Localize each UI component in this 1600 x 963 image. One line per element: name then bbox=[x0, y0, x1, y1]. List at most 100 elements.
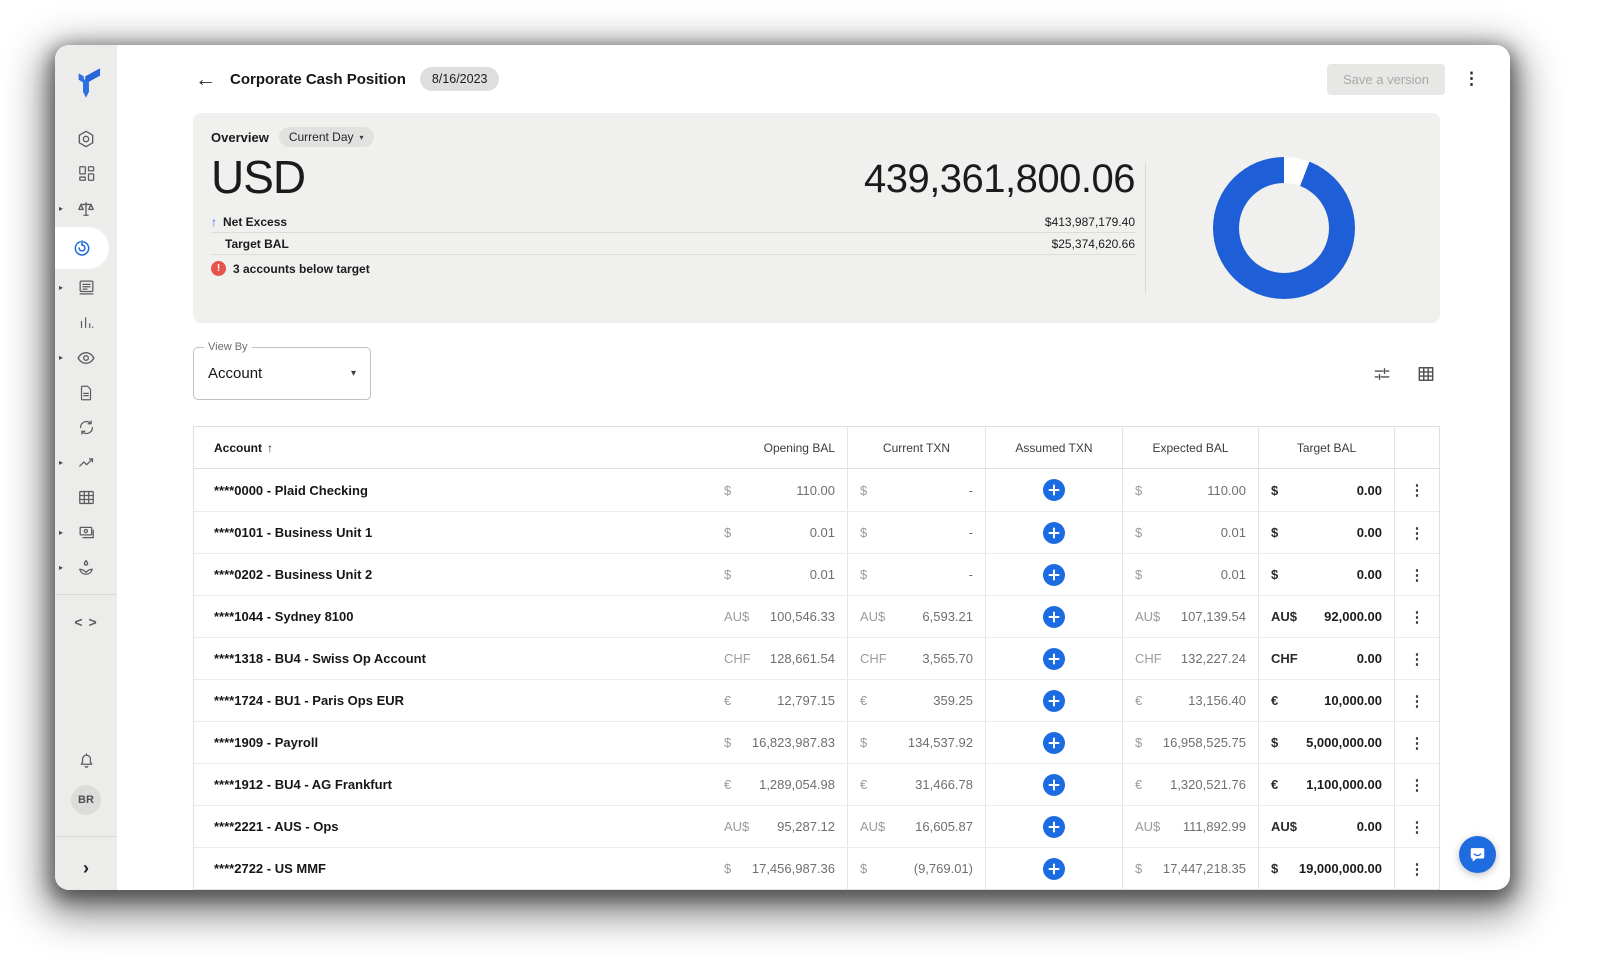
account-name: ****0000 - Plaid Checking bbox=[214, 483, 368, 498]
expected-bal-cell: $ 16,958,525.75 bbox=[1122, 722, 1258, 763]
sidebar-item-documents[interactable] bbox=[55, 375, 117, 410]
sidebar-item-sync[interactable] bbox=[55, 410, 117, 445]
row-menu-button[interactable]: ⋮ bbox=[1410, 524, 1425, 542]
sidebar-item-growth[interactable]: ▸ bbox=[55, 550, 117, 585]
account-name: ****1909 - Payroll bbox=[214, 735, 318, 750]
chat-launcher-button[interactable] bbox=[1459, 836, 1496, 873]
column-header-expected-bal[interactable]: Expected BAL bbox=[1122, 427, 1258, 468]
target-bal-cell: $ 0.00 bbox=[1258, 512, 1394, 553]
table-row[interactable]: ****2722 - US MMF $ 17,456,987.36 $ (9,7… bbox=[194, 847, 1439, 889]
period-selector[interactable]: Current Day ▾ bbox=[279, 127, 374, 147]
sidebar-item-dashboard[interactable] bbox=[55, 156, 117, 191]
sidebar-item-payments[interactable]: ▸ bbox=[55, 515, 117, 550]
add-assumed-txn-button[interactable] bbox=[1043, 479, 1065, 501]
row-menu-button[interactable]: ⋮ bbox=[1410, 818, 1425, 836]
sidebar-item-ledger[interactable]: ▸ bbox=[55, 270, 117, 305]
expected-bal-cell: AU$ 111,892.99 bbox=[1122, 806, 1258, 847]
table-row[interactable]: ****1724 - BU1 - Paris Ops EUR € 12,797.… bbox=[194, 679, 1439, 721]
sidebar-divider bbox=[55, 836, 117, 837]
page-menu-button[interactable]: ⋮ bbox=[1459, 69, 1484, 89]
current-txn-value: 6,593.21 bbox=[922, 609, 973, 624]
column-header-target-bal[interactable]: Target BAL bbox=[1258, 427, 1394, 468]
table-row[interactable]: ****0101 - Business Unit 1 $ 0.01 $ - $ … bbox=[194, 511, 1439, 553]
column-header-assumed-txn[interactable]: Assumed TXN bbox=[985, 427, 1122, 468]
grid-view-button[interactable] bbox=[1416, 364, 1436, 384]
opening-bal-value: 17,456,987.36 bbox=[752, 861, 835, 876]
current-txn-cell: € 31,466.78 bbox=[847, 764, 985, 805]
row-actions-cell: ⋮ bbox=[1394, 596, 1439, 637]
save-version-button[interactable]: Save a version bbox=[1327, 64, 1445, 95]
current-txn-value: 359.25 bbox=[933, 693, 973, 708]
assumed-txn-cell bbox=[985, 512, 1122, 553]
table-row[interactable]: ****1912 - BU4 - AG Frankfurt € 1,289,05… bbox=[194, 763, 1439, 805]
column-header-account[interactable]: Account ↑ bbox=[194, 427, 712, 468]
sidebar-item-cash-position[interactable] bbox=[55, 226, 117, 270]
view-by-select[interactable]: View By Account ▾ bbox=[193, 347, 371, 400]
filter-tune-button[interactable] bbox=[1372, 364, 1392, 384]
expander-icon[interactable]: ▸ bbox=[59, 354, 63, 362]
sidebar-item-visibility[interactable]: ▸ bbox=[55, 340, 117, 375]
add-assumed-txn-button[interactable] bbox=[1043, 648, 1065, 670]
add-assumed-txn-button[interactable] bbox=[1043, 816, 1065, 838]
add-assumed-txn-button[interactable] bbox=[1043, 774, 1065, 796]
user-avatar[interactable]: BR bbox=[71, 785, 101, 815]
current-txn-value: (9,769.01) bbox=[914, 861, 973, 876]
back-button[interactable]: ← bbox=[195, 69, 216, 90]
row-menu-button[interactable]: ⋮ bbox=[1410, 650, 1425, 668]
expected-bal-cell: CHF 132,227.24 bbox=[1122, 638, 1258, 679]
currency-symbol: $ bbox=[860, 525, 867, 540]
plant-icon bbox=[76, 558, 96, 578]
add-assumed-txn-button[interactable] bbox=[1043, 732, 1065, 754]
expander-icon[interactable]: ▸ bbox=[59, 529, 63, 537]
sidebar-item-analytics[interactable] bbox=[55, 305, 117, 340]
add-assumed-txn-button[interactable] bbox=[1043, 690, 1065, 712]
expander-icon[interactable]: ▸ bbox=[59, 459, 63, 467]
overview-label: Overview bbox=[211, 130, 269, 145]
currency-symbol: CHF bbox=[860, 651, 887, 666]
row-menu-button[interactable]: ⋮ bbox=[1410, 608, 1425, 626]
row-menu-button[interactable]: ⋮ bbox=[1410, 734, 1425, 752]
row-menu-button[interactable]: ⋮ bbox=[1410, 860, 1425, 878]
expander-icon[interactable]: ▸ bbox=[59, 564, 63, 572]
sort-asc-icon: ↑ bbox=[267, 441, 273, 455]
opening-bal-cell: $ 0.01 bbox=[712, 512, 847, 553]
account-name: ****1912 - BU4 - AG Frankfurt bbox=[214, 777, 392, 792]
sidebar-item-developer[interactable]: < > bbox=[55, 604, 117, 639]
column-header-actions bbox=[1394, 427, 1439, 468]
row-actions-cell: ⋮ bbox=[1394, 848, 1439, 889]
row-menu-button[interactable]: ⋮ bbox=[1410, 481, 1425, 499]
table-row[interactable]: ****0202 - Business Unit 2 $ 0.01 $ - $ … bbox=[194, 553, 1439, 595]
row-menu-button[interactable]: ⋮ bbox=[1410, 566, 1425, 584]
add-assumed-txn-button[interactable] bbox=[1043, 606, 1065, 628]
expander-icon[interactable]: ▸ bbox=[59, 284, 63, 292]
row-menu-button[interactable]: ⋮ bbox=[1410, 776, 1425, 794]
expander-icon[interactable]: ▸ bbox=[59, 205, 63, 213]
table-row[interactable]: ****2221 - AUS - Ops AU$ 95,287.12 AU$ 1… bbox=[194, 805, 1439, 847]
sidebar-expand-button[interactable]: › bbox=[55, 846, 117, 890]
sidebar-item-forecasts[interactable]: ▸ bbox=[55, 445, 117, 480]
add-assumed-txn-button[interactable] bbox=[1043, 522, 1065, 544]
sidebar-item-data-grid[interactable] bbox=[55, 480, 117, 515]
column-header-current-txn[interactable]: Current TXN bbox=[847, 427, 985, 468]
add-assumed-txn-button[interactable] bbox=[1043, 564, 1065, 586]
alert-row: ! 3 accounts below target bbox=[211, 261, 1135, 276]
plus-icon bbox=[1048, 527, 1060, 539]
assumed-txn-cell bbox=[985, 554, 1122, 595]
trovata-logo[interactable] bbox=[68, 61, 104, 105]
plus-icon bbox=[1048, 863, 1060, 875]
notifications-button[interactable] bbox=[55, 744, 117, 779]
row-menu-button[interactable]: ⋮ bbox=[1410, 692, 1425, 710]
date-badge[interactable]: 8/16/2023 bbox=[420, 67, 500, 91]
sidebar-item-reconciliation[interactable]: ▸ bbox=[55, 191, 117, 226]
top-bar: ← Corporate Cash Position 8/16/2023 Save… bbox=[117, 45, 1510, 113]
column-header-opening-bal[interactable]: Opening BAL bbox=[712, 427, 847, 468]
table-row[interactable]: ****1909 - Payroll $ 16,823,987.83 $ 134… bbox=[194, 721, 1439, 763]
table-row[interactable]: ****0000 - Plaid Checking $ 110.00 $ - $… bbox=[194, 469, 1439, 511]
table-row[interactable]: ****1044 - Sydney 8100 AU$ 100,546.33 AU… bbox=[194, 595, 1439, 637]
sidebar-item-settings[interactable] bbox=[55, 121, 117, 156]
table-row[interactable]: ****1318 - BU4 - Swiss Op Account CHF 12… bbox=[194, 637, 1439, 679]
currency-symbol: $ bbox=[860, 735, 867, 750]
currency-symbol: $ bbox=[860, 483, 867, 498]
add-assumed-txn-button[interactable] bbox=[1043, 858, 1065, 880]
currency-symbol: AU$ bbox=[1271, 819, 1297, 834]
